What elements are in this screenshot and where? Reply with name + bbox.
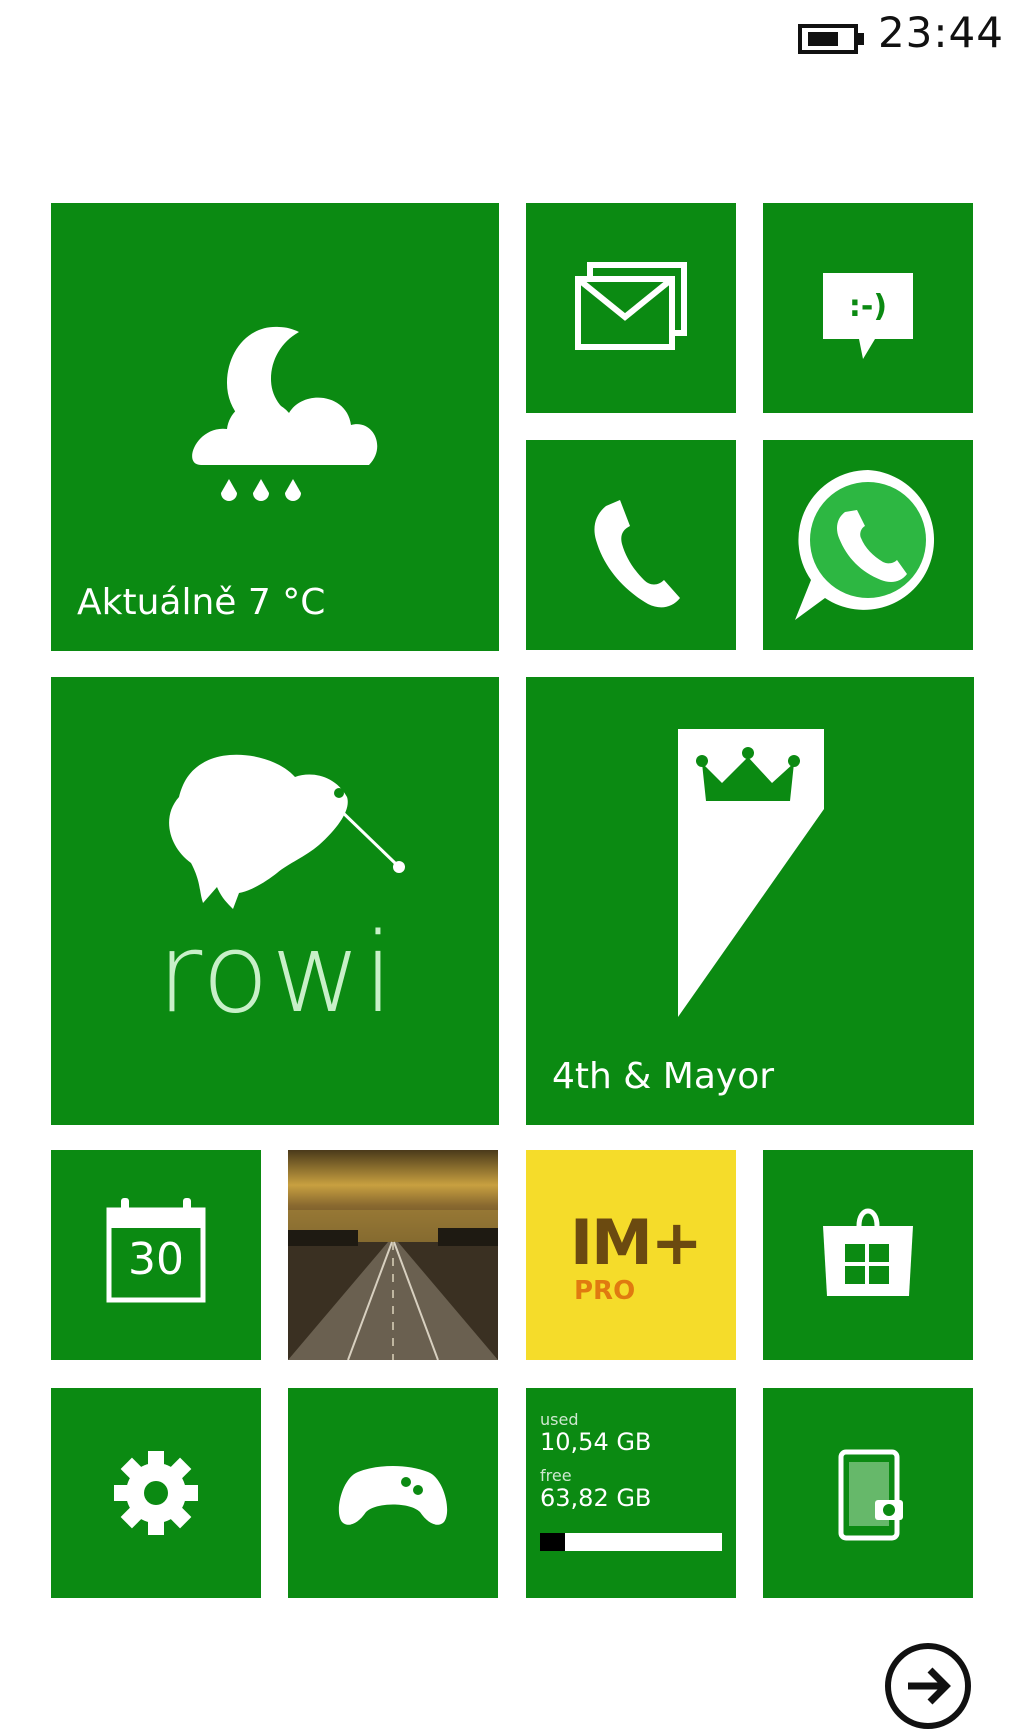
gamepad-icon: [338, 1466, 448, 1525]
store-tile[interactable]: [763, 1150, 973, 1360]
calendar-day: 30: [128, 1234, 184, 1285]
message-glyph: :-): [848, 289, 888, 324]
storage-bar: [540, 1533, 722, 1551]
storage-bar-used: [540, 1533, 566, 1551]
storage-free-label: free: [540, 1466, 572, 1485]
phone-tile[interactable]: [526, 440, 736, 650]
clock: 23:44: [877, 8, 1004, 57]
arrow-right-icon[interactable]: [882, 1640, 974, 1732]
photo-tile[interactable]: [288, 1150, 498, 1360]
mail-tile[interactable]: [526, 203, 736, 413]
mayor-label: 4th & Mayor: [552, 1056, 775, 1097]
im-plus-pro: PRO: [574, 1276, 636, 1306]
phone-camera-tile[interactable]: [763, 1388, 973, 1598]
road-photo: [288, 1150, 498, 1360]
mail-icon: [575, 262, 687, 350]
phone-camera-icon: [838, 1449, 903, 1541]
settings-tile[interactable]: [51, 1388, 261, 1598]
storage-free-value: 63,82 GB: [540, 1484, 652, 1512]
gear-icon: [114, 1451, 198, 1535]
status-bar: 23:44: [0, 0, 1024, 80]
calendar-tile[interactable]: 30: [51, 1150, 261, 1360]
storage-used-label: used: [540, 1410, 579, 1429]
mayor-tile[interactable]: 4th & Mayor: [526, 677, 974, 1125]
weather-tile[interactable]: Aktuálně 7 °C: [51, 203, 499, 651]
store-icon: [823, 1208, 913, 1296]
whatsapp-icon: [795, 470, 935, 620]
games-tile[interactable]: [288, 1388, 498, 1598]
storage-tile[interactable]: used 10,54 GB free 63,82 GB: [526, 1388, 736, 1598]
whatsapp-tile[interactable]: [763, 440, 973, 650]
im-plus-tile[interactable]: IM+ PRO: [526, 1150, 736, 1360]
kiwi-bird-icon: [169, 754, 405, 909]
storage-used-value: 10,54 GB: [540, 1428, 652, 1456]
phone-icon: [594, 500, 680, 608]
weather-label: Aktuálně 7 °C: [77, 582, 326, 623]
im-plus-title: IM+: [570, 1206, 703, 1279]
messaging-tile[interactable]: :-): [763, 203, 973, 413]
rowi-text: rowi: [157, 909, 396, 1037]
rowi-tile[interactable]: rowi: [51, 677, 499, 1125]
battery-icon: [798, 24, 864, 54]
